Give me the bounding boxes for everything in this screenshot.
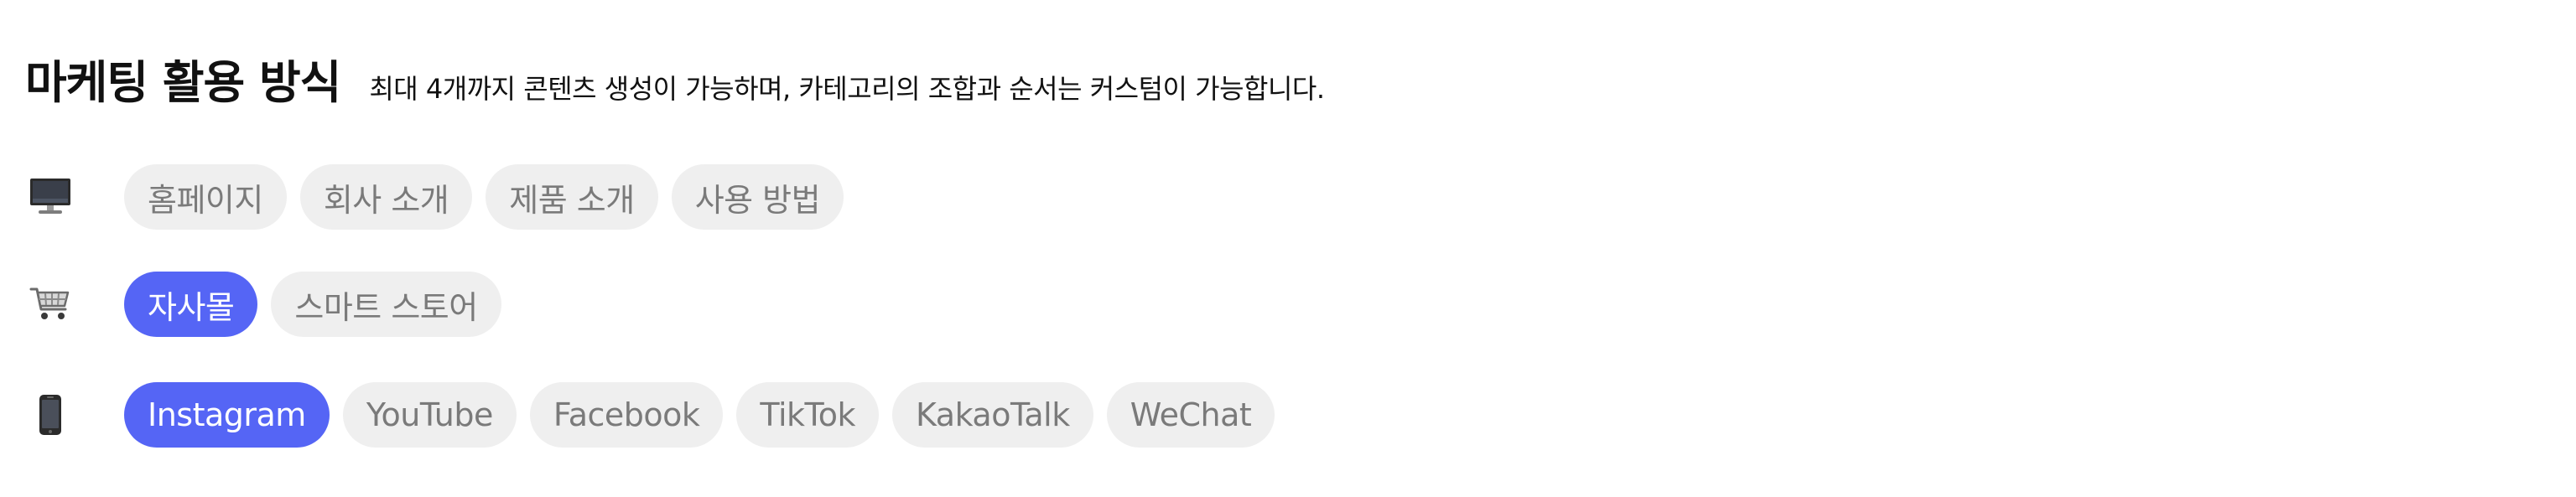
shopping-chip-group: 자사몰 스마트 스토어 xyxy=(124,272,501,337)
social-chip-group: Instagram YouTube Facebook TikTok KakaoT… xyxy=(124,382,1275,448)
category-row-web: 홈페이지 회사 소개 제품 소개 사용 방법 xyxy=(27,164,844,230)
section-description: 최대 4개까지 콘텐츠 생성이 가능하며, 카테고리의 조합과 순서는 커스텀이… xyxy=(369,73,1325,105)
chip-youtube[interactable]: YouTube xyxy=(342,382,517,448)
chip-own-mall[interactable]: 자사몰 xyxy=(124,272,258,337)
category-row-social: Instagram YouTube Facebook TikTok KakaoT… xyxy=(27,382,1275,448)
chip-how-to-use[interactable]: 사용 방법 xyxy=(671,164,844,230)
chip-facebook[interactable]: Facebook xyxy=(529,382,724,448)
shopping-cart-icon xyxy=(27,281,74,328)
chip-kakaotalk[interactable]: KakaoTalk xyxy=(892,382,1093,448)
chip-instagram[interactable]: Instagram xyxy=(124,382,330,448)
chip-tiktok[interactable]: TikTok xyxy=(736,382,880,448)
chip-homepage[interactable]: 홈페이지 xyxy=(124,164,287,230)
chip-wechat[interactable]: WeChat xyxy=(1106,382,1275,448)
chip-smart-store[interactable]: 스마트 스토어 xyxy=(271,272,501,337)
chip-company-intro[interactable]: 회사 소개 xyxy=(299,164,473,230)
marketing-usage-panel: 마케팅 활용 방식 최대 4개까지 콘텐츠 생성이 가능하며, 카테고리의 조합… xyxy=(0,0,2576,497)
section-header: 마케팅 활용 방식 최대 4개까지 콘텐츠 생성이 가능하며, 카테고리의 조합… xyxy=(25,45,1325,111)
mobile-phone-icon xyxy=(27,391,74,438)
category-row-shopping: 자사몰 스마트 스토어 xyxy=(27,272,501,337)
desktop-computer-icon xyxy=(27,173,74,220)
section-title: 마케팅 활용 방식 xyxy=(25,56,341,109)
web-chip-group: 홈페이지 회사 소개 제품 소개 사용 방법 xyxy=(124,164,844,230)
chip-product-intro[interactable]: 제품 소개 xyxy=(486,164,658,230)
